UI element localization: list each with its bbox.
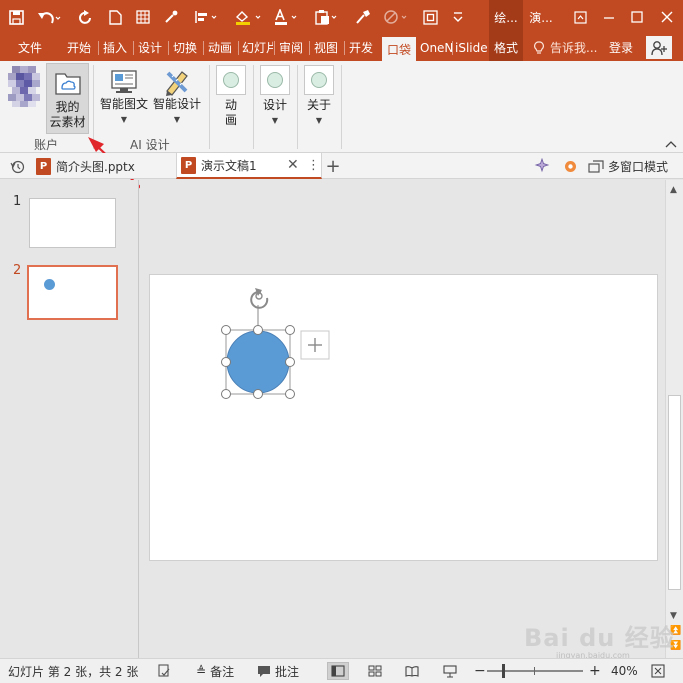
settings-gear-icon[interactable] (559, 153, 581, 179)
zoom-slider-thumb[interactable] (502, 664, 505, 678)
new-tab-icon[interactable]: + (322, 153, 344, 179)
multi-window-mode-button[interactable]: 多窗口模式 (588, 153, 680, 179)
rotate-handle-icon[interactable] (250, 288, 269, 309)
magic-wand-icon[interactable] (532, 153, 552, 179)
scroll-up-icon[interactable]: ▲ (670, 185, 677, 195)
reading-view-icon[interactable] (401, 662, 423, 680)
doc-tab-intro-label: 简介头图.pptx (56, 159, 135, 174)
zoom-slider[interactable] (487, 659, 583, 683)
doc-tab-presentation-label: 演示文稿1 (201, 158, 257, 173)
slide-thumbnail-pane: 1 2 (0, 180, 139, 658)
multi-window-icon (588, 159, 604, 173)
slide-editor[interactable] (140, 180, 665, 658)
close-tab-icon[interactable]: ✕ (287, 157, 299, 173)
scrollbar-thumb[interactable] (668, 395, 681, 590)
document-tabs: P 简介头图.pptx P 演示文稿1 ✕ ⋮ + 多窗口模式 (0, 153, 683, 179)
normal-view-icon[interactable] (327, 662, 349, 680)
slide-count-info: 幻灯片 第 2 张，共 2 张 (8, 664, 139, 679)
baidu-watermark-logo: Bai du 经验 (524, 624, 675, 652)
slide-thumbnail-1[interactable] (29, 198, 116, 248)
more-vertical-icon[interactable]: ⋮ (307, 158, 320, 173)
slideshow-view-icon[interactable] (439, 662, 461, 680)
zoom-in-icon[interactable]: + (589, 659, 601, 683)
comments-label: 批注 (275, 664, 300, 679)
notes-icon: ≜ (196, 664, 207, 678)
current-slide[interactable] (149, 274, 658, 561)
comments-button[interactable]: 批注 (257, 659, 299, 683)
fit-to-window-icon[interactable] (651, 659, 665, 683)
comment-icon (258, 665, 270, 677)
zoom-out-icon[interactable]: − (474, 659, 486, 683)
doc-tab-intro[interactable]: P 简介头图.pptx (34, 153, 174, 179)
circle-shape[interactable] (226, 330, 290, 394)
layout-options-icon[interactable] (300, 330, 330, 360)
status-bar: 幻灯片 第 2 张，共 2 张 ≜ 备注 批注 − + 40% (0, 658, 683, 683)
history-icon[interactable] (6, 153, 28, 179)
slide-number: 1 (13, 194, 22, 209)
spell-check-icon[interactable] (157, 659, 171, 683)
slide-canvas (221, 288, 330, 399)
slide-sorter-view-icon[interactable] (364, 662, 386, 680)
slide-number: 2 (13, 263, 22, 278)
multi-window-label: 多窗口模式 (608, 159, 669, 174)
thumbnail-circle-shape (44, 279, 55, 290)
vertical-scrollbar[interactable]: ▲ ▼ ⏫ ⏬ (665, 180, 683, 658)
doc-tab-presentation[interactable]: P 演示文稿1 ✕ ⋮ (176, 153, 322, 179)
notes-label: 备注 (210, 664, 235, 679)
pptx-file-icon: P (36, 157, 51, 175)
slide-thumbnail-2[interactable] (27, 265, 118, 320)
notes-button[interactable]: ≜ 备注 (196, 659, 234, 683)
zoom-level[interactable]: 40% (611, 659, 638, 683)
pptx-file-icon: P (181, 156, 196, 174)
